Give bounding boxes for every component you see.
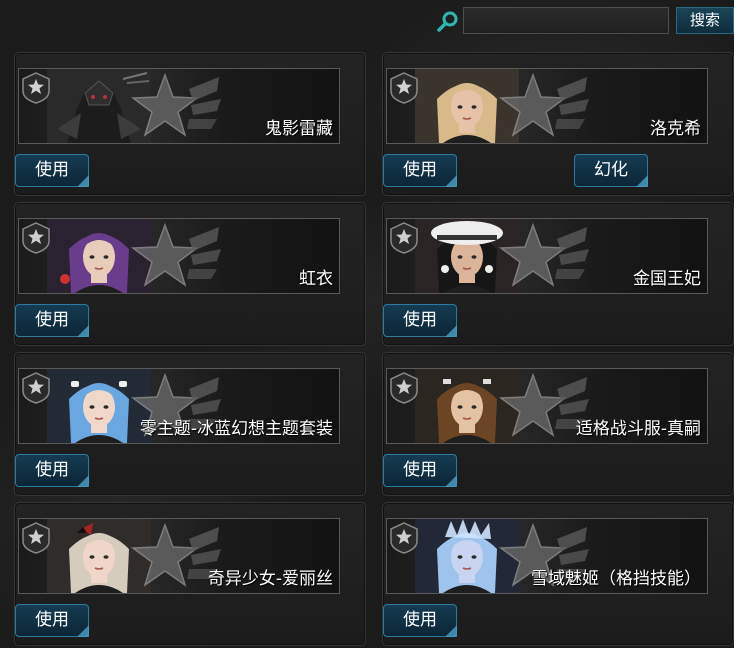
use-button-label: 使用 xyxy=(403,160,437,180)
costume-card: 奇异少女-爱丽丝 使用 xyxy=(14,502,366,646)
button-corner-icon xyxy=(445,475,457,487)
transform-button-label: 幻化 xyxy=(594,160,628,180)
button-corner-icon xyxy=(445,325,457,337)
costume-card: 金国王妃 使用 xyxy=(382,202,734,346)
rank-emblem-icon xyxy=(22,222,50,254)
portrait-frame[interactable]: 洛克希 xyxy=(386,68,708,144)
star-emblem-icon xyxy=(131,72,221,137)
use-button[interactable]: 使用 xyxy=(383,304,457,337)
costume-card: 洛克希 使用 幻化 xyxy=(382,52,734,196)
top-bar: 搜索 xyxy=(0,0,734,44)
character-name: 洛克希 xyxy=(650,119,701,139)
button-corner-icon xyxy=(636,175,648,187)
search-input[interactable] xyxy=(463,7,669,34)
character-name: 适格战斗服-真嗣 xyxy=(575,419,701,439)
star-emblem-icon xyxy=(499,72,589,137)
character-name: 雪域魅姬（格挡技能） xyxy=(531,569,701,589)
use-button[interactable]: 使用 xyxy=(383,454,457,487)
rank-emblem-icon xyxy=(390,522,418,554)
costume-card: 虹衣 使用 xyxy=(14,202,366,346)
star-emblem-icon xyxy=(131,222,221,287)
portrait-frame[interactable]: 奇异少女-爱丽丝 xyxy=(18,518,340,594)
character-name: 金国王妃 xyxy=(633,269,701,289)
star-emblem-icon xyxy=(499,222,589,287)
portrait-frame[interactable]: 金国王妃 xyxy=(386,218,708,294)
costume-card: 适格战斗服-真嗣 使用 xyxy=(382,352,734,496)
rank-emblem-icon xyxy=(22,72,50,104)
use-button-label: 使用 xyxy=(35,160,69,180)
button-corner-icon xyxy=(77,625,89,637)
portrait-frame[interactable]: 适格战斗服-真嗣 xyxy=(386,368,708,444)
button-corner-icon xyxy=(77,325,89,337)
search-button[interactable]: 搜索 xyxy=(676,7,734,34)
use-button-label: 使用 xyxy=(35,610,69,630)
use-button-label: 使用 xyxy=(403,310,437,330)
use-button[interactable]: 使用 xyxy=(383,604,457,637)
search-icon[interactable] xyxy=(436,9,460,33)
use-button[interactable]: 使用 xyxy=(15,154,89,187)
use-button-label: 使用 xyxy=(403,460,437,480)
costume-card: 零主题-冰蓝幻想主题套装 使用 xyxy=(14,352,366,496)
portrait-frame[interactable]: 雪域魅姬（格挡技能） xyxy=(386,518,708,594)
use-button-label: 使用 xyxy=(35,310,69,330)
use-button[interactable]: 使用 xyxy=(15,604,89,637)
transform-button[interactable]: 幻化 xyxy=(574,154,648,187)
use-button[interactable]: 使用 xyxy=(383,154,457,187)
rank-emblem-icon xyxy=(390,222,418,254)
costume-card: 鬼影雷藏 使用 xyxy=(14,52,366,196)
character-name: 奇异少女-爱丽丝 xyxy=(207,569,333,589)
character-name: 虹衣 xyxy=(299,269,333,289)
use-button-label: 使用 xyxy=(35,460,69,480)
rank-emblem-icon xyxy=(390,372,418,404)
character-name: 零主题-冰蓝幻想主题套装 xyxy=(139,419,333,439)
costume-card: 雪域魅姬（格挡技能） 使用 xyxy=(382,502,734,646)
portrait-frame[interactable]: 虹衣 xyxy=(18,218,340,294)
button-corner-icon xyxy=(77,175,89,187)
rank-emblem-icon xyxy=(22,522,50,554)
use-button[interactable]: 使用 xyxy=(15,304,89,337)
use-button[interactable]: 使用 xyxy=(15,454,89,487)
portrait-frame[interactable]: 零主题-冰蓝幻想主题套装 xyxy=(18,368,340,444)
button-corner-icon xyxy=(445,175,457,187)
rank-emblem-icon xyxy=(22,372,50,404)
use-button-label: 使用 xyxy=(403,610,437,630)
portrait-frame[interactable]: 鬼影雷藏 xyxy=(18,68,340,144)
rank-emblem-icon xyxy=(390,72,418,104)
character-name: 鬼影雷藏 xyxy=(265,119,333,139)
button-corner-icon xyxy=(445,625,457,637)
button-corner-icon xyxy=(77,475,89,487)
